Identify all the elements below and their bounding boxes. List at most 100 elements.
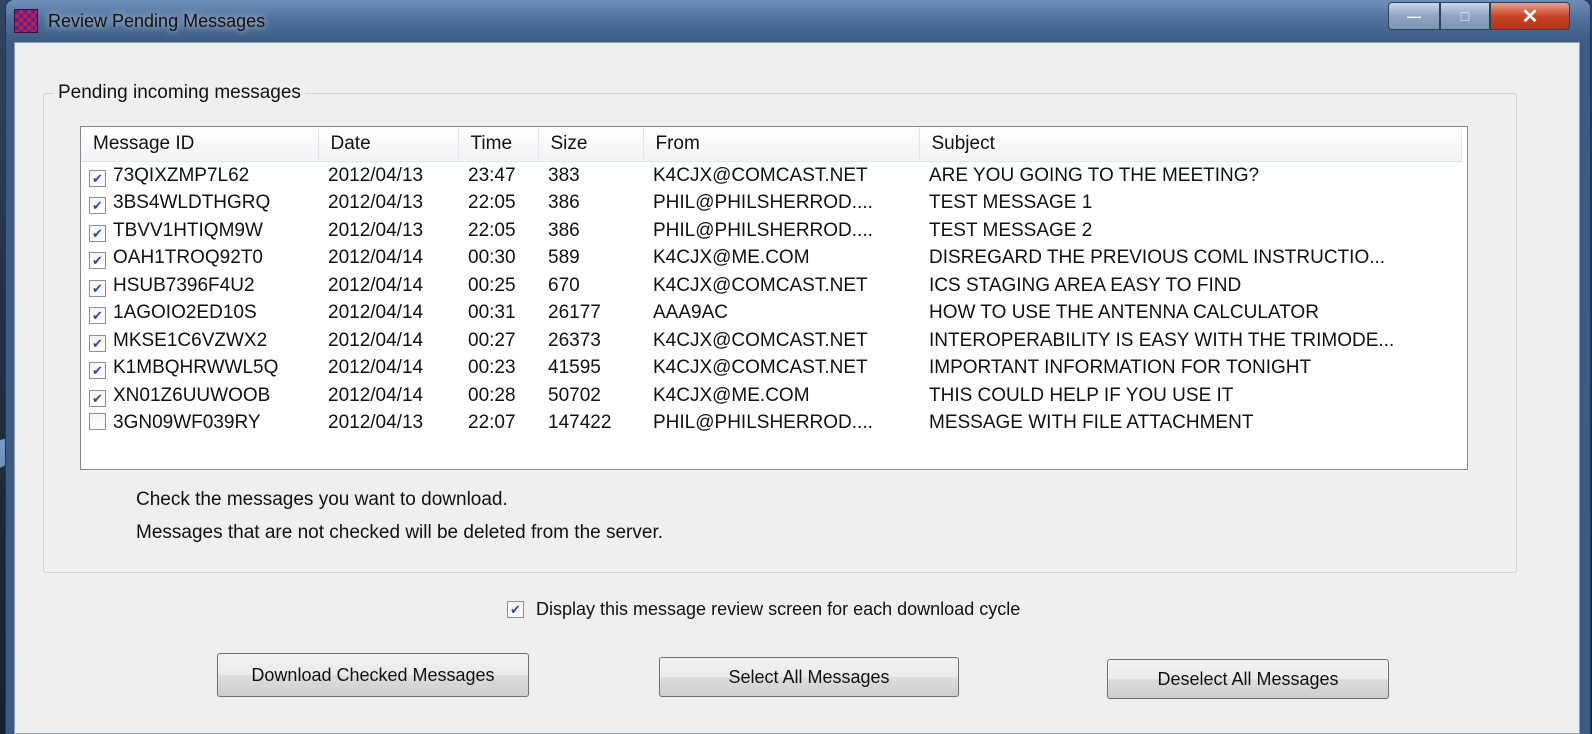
cell-date: 2012/04/14 bbox=[328, 384, 424, 406]
cell-subject: ARE YOU GOING TO THE MEETING? bbox=[929, 164, 1260, 186]
messages-body: ✔ 73QIXZMP7L62 2012/04/13 23:47 383 K4CJX@COM… bbox=[81, 162, 1461, 438]
deselect-all-button[interactable]: Deselect All Messages bbox=[1107, 659, 1389, 699]
cell-size: 26177 bbox=[548, 302, 601, 324]
messages-list[interactable]: Message ID Date Time Size From Subject ✔… bbox=[80, 126, 1468, 470]
message-id-text: OAH1TROQ92T0 bbox=[113, 247, 263, 269]
table-row[interactable]: ✔ MKSE1C6VZWX2 2012/04/14 00:27 26373 K4CJX@C… bbox=[81, 327, 1461, 355]
row-checkbox[interactable]: ✔ bbox=[89, 279, 106, 297]
cell-message-id: ✔ OAH1TROQ92T0 bbox=[81, 245, 318, 273]
message-id-text: 3BS4WLDTHGRQ bbox=[113, 192, 271, 214]
message-id-text: 1AGOIO2ED10S bbox=[113, 302, 257, 324]
title-bar[interactable]: Review Pending Messages — □ ✕ bbox=[6, 0, 1590, 42]
cell-message-id: ✔ TBVV1HTIQM9W bbox=[81, 217, 318, 245]
select-all-button[interactable]: Select All Messages bbox=[659, 657, 959, 697]
pending-messages-group: Pending incoming messages Message ID Dat… bbox=[43, 82, 1517, 573]
checkmark-icon: ✔ bbox=[92, 363, 103, 379]
caption-buttons: — □ ✕ bbox=[1388, 2, 1570, 30]
cell-date: 2012/04/14 bbox=[328, 302, 424, 324]
table-row[interactable]: 3GN09WF039RY 2012/04/13 22:07 147422 PHIL@PH… bbox=[81, 410, 1461, 438]
table-row[interactable]: ✔ K1MBQHRWWL5Q 2012/04/14 00:23 41595 K4CJX@C… bbox=[81, 355, 1461, 383]
row-checkbox[interactable]: ✔ bbox=[89, 197, 106, 215]
cell-from: PHIL@PHILSHERROD.... bbox=[653, 192, 873, 214]
cell-subject: TEST MESSAGE 2 bbox=[929, 219, 1093, 241]
cell-time: 23:47 bbox=[468, 164, 516, 186]
dialog-client-area: Pending incoming messages Message ID Dat… bbox=[14, 42, 1580, 734]
checkmark-icon: ✔ bbox=[92, 225, 103, 241]
cell-from: K4CJX@ME.COM bbox=[653, 247, 810, 269]
cell-date: 2012/04/14 bbox=[328, 274, 424, 296]
messages-table: Message ID Date Time Size From Subject ✔… bbox=[81, 127, 1462, 437]
row-checkbox[interactable]: ✔ bbox=[89, 389, 106, 407]
cell-from: PHIL@PHILSHERROD.... bbox=[653, 412, 873, 434]
column-header-subject[interactable]: Subject bbox=[919, 127, 1462, 162]
window-title: Review Pending Messages bbox=[48, 10, 266, 31]
column-header-from[interactable]: From bbox=[643, 127, 920, 162]
column-header-message-id[interactable]: Message ID bbox=[81, 127, 319, 162]
table-row[interactable]: ✔ XN01Z6UUWOOB 2012/04/14 00:28 50702 K4CJX@M… bbox=[81, 382, 1461, 410]
minimize-button[interactable]: — bbox=[1388, 2, 1440, 30]
display-review-option[interactable]: ✔ Display this message review screen for… bbox=[507, 599, 1020, 620]
cell-size: 383 bbox=[548, 164, 580, 186]
cell-time: 22:05 bbox=[468, 192, 516, 214]
download-checked-button[interactable]: Download Checked Messages bbox=[217, 653, 529, 697]
message-id-text: HSUB7396F4U2 bbox=[113, 274, 255, 296]
cell-message-id: ✔ MKSE1C6VZWX2 bbox=[81, 327, 318, 355]
row-checkbox[interactable]: ✔ bbox=[89, 224, 106, 242]
row-checkbox[interactable] bbox=[89, 413, 106, 431]
table-row[interactable]: ✔ 3BS4WLDTHGRQ 2012/04/13 22:05 386 PHIL@PHIL… bbox=[81, 190, 1461, 218]
cell-date: 2012/04/13 bbox=[328, 219, 424, 241]
cell-time: 00:27 bbox=[468, 329, 516, 351]
cell-subject: DISREGARD THE PREVIOUS COML INSTRUCTIO..… bbox=[929, 247, 1386, 269]
review-pending-messages-window: Review Pending Messages — □ ✕ Pending in… bbox=[6, 0, 1590, 734]
row-checkbox[interactable]: ✔ bbox=[89, 307, 106, 325]
cell-subject: IMPORTANT INFORMATION FOR TONIGHT bbox=[929, 357, 1312, 379]
table-row[interactable]: ✔ 1AGOIO2ED10S 2012/04/14 00:31 26177 AAA9AC H… bbox=[81, 300, 1461, 328]
group-label: Pending incoming messages bbox=[54, 82, 305, 104]
table-row[interactable]: ✔ HSUB7396F4U2 2012/04/14 00:25 670 K4CJX@COM… bbox=[81, 272, 1461, 300]
cell-size: 386 bbox=[548, 219, 580, 241]
checkmark-icon: ✔ bbox=[92, 390, 103, 406]
row-checkbox[interactable]: ✔ bbox=[89, 334, 106, 352]
cell-size: 670 bbox=[548, 274, 580, 296]
checkmark-icon: ✔ bbox=[92, 198, 103, 214]
table-row[interactable]: ✔ 73QIXZMP7L62 2012/04/13 23:47 383 K4CJX@COM… bbox=[81, 162, 1461, 190]
cell-subject: INTEROPERABILITY IS EASY WITH THE TRIMOD… bbox=[929, 329, 1395, 351]
row-checkbox[interactable]: ✔ bbox=[89, 362, 106, 380]
column-header-date[interactable]: Date bbox=[318, 127, 459, 162]
row-checkbox[interactable]: ✔ bbox=[89, 169, 106, 187]
cell-size: 50702 bbox=[548, 384, 601, 406]
checkmark-icon: ✔ bbox=[92, 335, 103, 351]
cell-date: 2012/04/13 bbox=[328, 164, 424, 186]
cell-from: K4CJX@ME.COM bbox=[653, 384, 810, 406]
cell-subject: MESSAGE WITH FILE ATTACHMENT bbox=[929, 412, 1254, 434]
app-icon[interactable] bbox=[14, 9, 38, 33]
cell-size: 26373 bbox=[548, 329, 601, 351]
checkmark-icon: ✔ bbox=[510, 602, 521, 617]
cell-size: 589 bbox=[548, 247, 580, 269]
display-review-label: Display this message review screen for e… bbox=[536, 599, 1021, 619]
table-row[interactable]: ✔ TBVV1HTIQM9W 2012/04/13 22:05 386 PHIL@PHIL… bbox=[81, 217, 1461, 245]
table-row[interactable]: ✔ OAH1TROQ92T0 2012/04/14 00:30 589 K4CJX@ME.… bbox=[81, 245, 1461, 273]
cell-time: 22:05 bbox=[468, 219, 516, 241]
cell-time: 00:25 bbox=[468, 274, 516, 296]
cell-time: 00:23 bbox=[468, 357, 516, 379]
display-review-checkbox[interactable]: ✔ bbox=[507, 601, 524, 618]
cell-message-id: 3GN09WF039RY bbox=[81, 410, 318, 438]
cell-size: 147422 bbox=[548, 412, 612, 434]
cell-date: 2012/04/14 bbox=[328, 357, 424, 379]
column-header-size[interactable]: Size bbox=[538, 127, 644, 162]
cell-from: PHIL@PHILSHERROD.... bbox=[653, 219, 873, 241]
row-checkbox[interactable]: ✔ bbox=[89, 252, 106, 270]
cell-message-id: ✔ 1AGOIO2ED10S bbox=[81, 300, 318, 328]
cell-date: 2012/04/14 bbox=[328, 247, 424, 269]
close-button[interactable]: ✕ bbox=[1490, 2, 1570, 30]
maximize-button[interactable]: □ bbox=[1440, 2, 1490, 30]
cell-from: K4CJX@COMCAST.NET bbox=[653, 329, 868, 351]
checkmark-icon: ✔ bbox=[92, 170, 103, 186]
column-header-time[interactable]: Time bbox=[458, 127, 539, 162]
cell-from: K4CJX@COMCAST.NET bbox=[653, 274, 868, 296]
cell-size: 386 bbox=[548, 192, 580, 214]
cell-from: K4CJX@COMCAST.NET bbox=[653, 357, 868, 379]
cell-from: AAA9AC bbox=[653, 302, 728, 324]
cell-time: 00:31 bbox=[468, 302, 516, 324]
